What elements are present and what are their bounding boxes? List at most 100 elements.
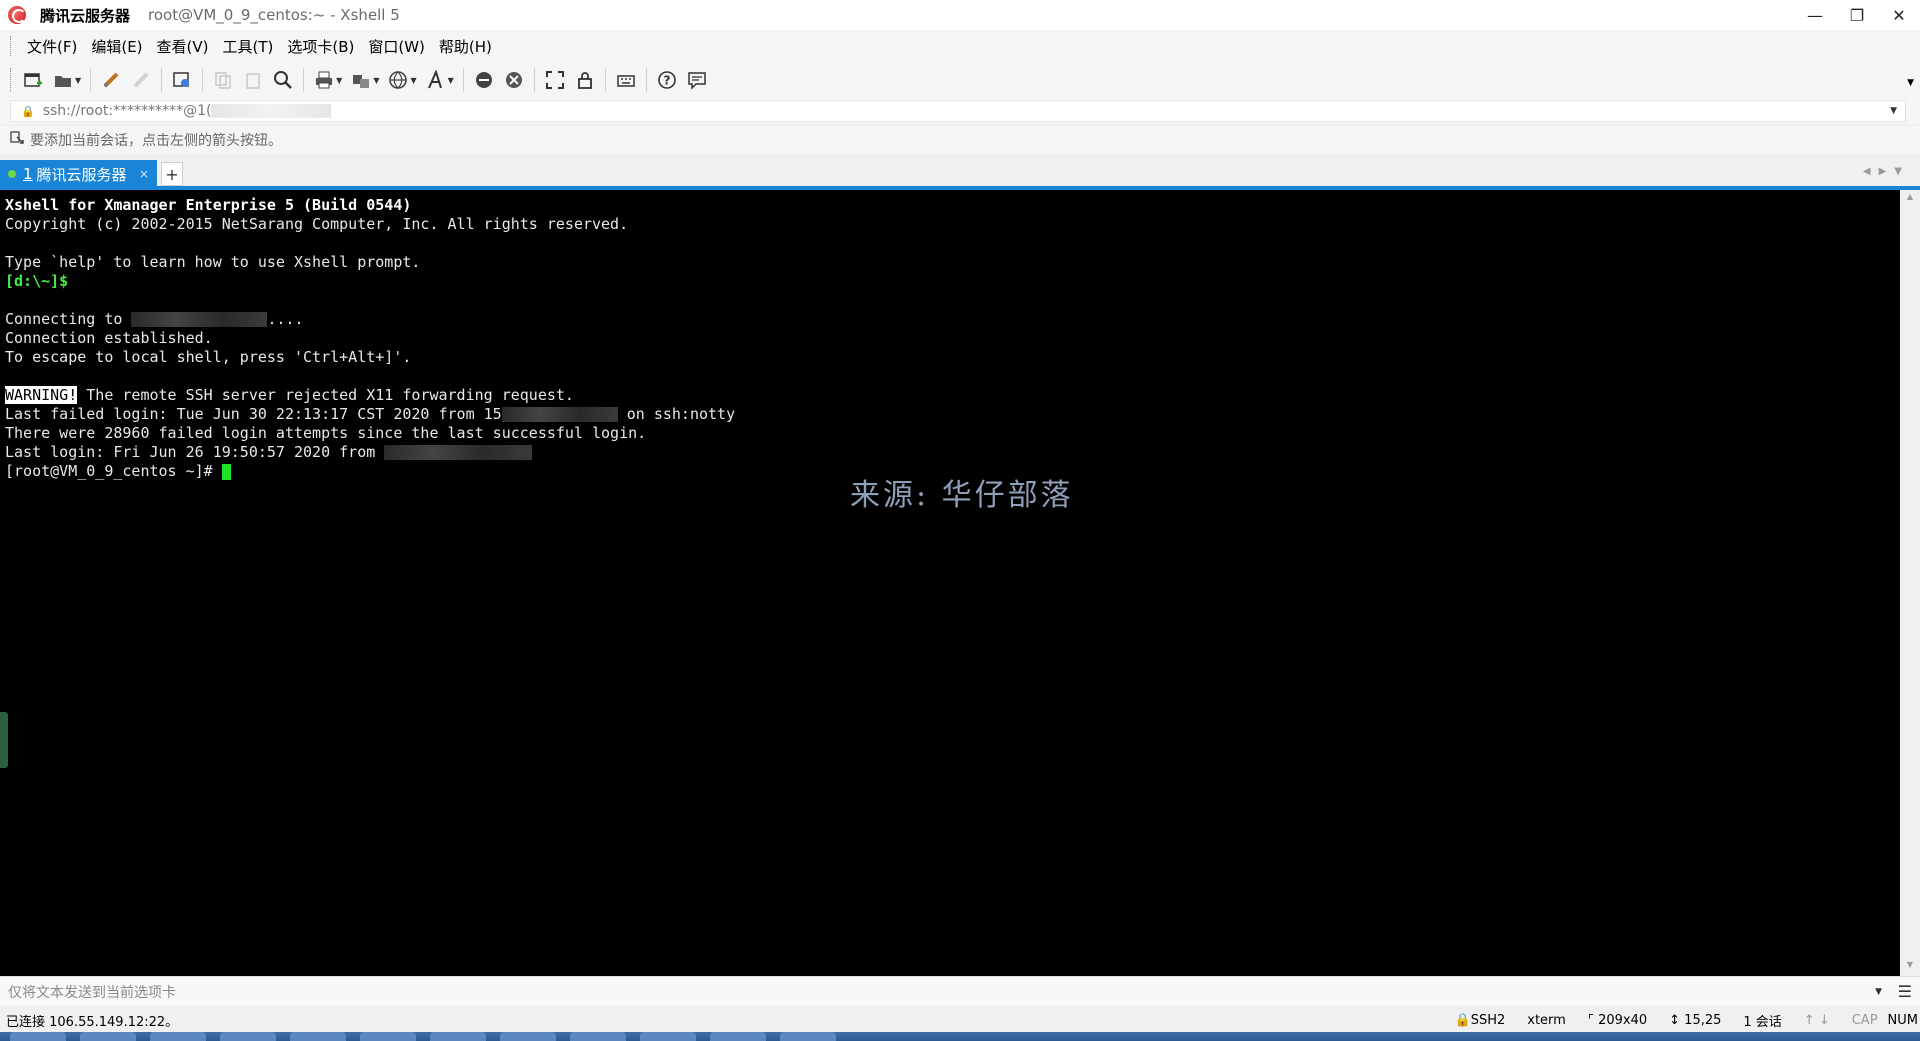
paste-icon[interactable] [241,68,265,92]
menu-view[interactable]: 查看(V) [150,36,216,57]
compose-dropdown-icon[interactable]: ▼ [1875,987,1882,997]
taskbar-item[interactable] [500,1032,556,1041]
disconnect-icon[interactable] [129,68,153,92]
title-bar: 腾讯云服务器 root@VM_0_9_centos:~ - Xshell 5 —… [0,0,1920,30]
session-count: 1 会话 [1743,1014,1782,1030]
tab-close-icon[interactable]: × [139,167,149,181]
globe-icon[interactable] [386,68,410,92]
terminal-line: WARNING! The remote SSH server rejected … [5,386,1900,405]
lock-icon: 🔒 [21,104,35,118]
toolbar-separator [533,68,535,92]
toolbar: ▼ ▼ ▼ ▼ ▼ ? ▼ [0,62,1920,98]
redacted-ip [384,445,533,460]
keyboard-icon[interactable] [614,68,638,92]
minimize-button[interactable]: — [1794,0,1836,30]
print-icon[interactable] [312,68,336,92]
menu-tools[interactable]: 工具(T) [216,36,281,57]
toolbar-separator [604,68,606,92]
side-panel-handle[interactable] [0,712,8,768]
address-input[interactable]: 🔒 ssh://root:**********@1( ▼ [10,100,1906,122]
font-dropdown-icon[interactable]: ▼ [448,76,454,85]
menu-bar: 文件(F) 编辑(E) 查看(V) 工具(T) 选项卡(B) 窗口(W) 帮助(… [0,30,1920,62]
scroll-up-icon[interactable]: ▲ [1900,192,1920,206]
menu-tabs[interactable]: 选项卡(B) [280,36,361,57]
fullscreen-icon[interactable] [543,68,567,92]
xftp-icon[interactable] [472,68,496,92]
taskbar-item[interactable] [570,1032,626,1041]
menu-file[interactable]: 文件(F) [20,36,84,57]
toolbar-separator [462,68,464,92]
toolbar-grip[interactable] [10,68,12,92]
connecting-prefix: Connecting to [5,310,132,328]
taskbar-item[interactable] [780,1032,836,1041]
menu-edit[interactable]: 编辑(E) [84,36,149,57]
add-tab-button[interactable]: + [161,162,183,186]
font-icon[interactable] [424,68,448,92]
terminal-area[interactable]: Xshell for Xmanager Enterprise 5 (Build … [0,190,1900,976]
transfer-arrows-icon: ↑ ↓ [1803,1012,1830,1028]
title-session-name: 腾讯云服务器 [40,6,131,25]
help-icon[interactable]: ? [655,68,679,92]
menu-window[interactable]: 窗口(W) [361,36,432,57]
address-text: ssh://root:**********@1( [42,103,212,119]
connection-status: 已连接 106.55.149.12:22。 [6,1014,179,1030]
connecting-suffix: .... [267,310,304,328]
open-folder-dropdown-icon[interactable]: ▼ [75,76,81,85]
redacted-host [131,312,268,327]
find-icon[interactable] [271,68,295,92]
toolbar-separator [645,68,647,92]
last-login-prefix: Last login: Fri Jun 26 19:50:57 2020 fro… [5,443,385,461]
terminal-scrollbar[interactable]: ▲ ▼ [1900,190,1920,976]
transfer-icon[interactable] [349,68,373,92]
open-folder-icon[interactable] [51,68,75,92]
taskbar-item[interactable] [150,1032,206,1041]
taskbar-item[interactable] [640,1032,696,1041]
terminal-size-value: 209x40 [1598,1012,1648,1028]
toolbar-separator [202,68,204,92]
new-session-icon[interactable] [21,68,45,92]
terminal-line: Copyright (c) 2002-2015 NetSarang Comput… [5,215,629,233]
svg-text:?: ? [663,74,670,88]
menu-help[interactable]: 帮助(H) [432,36,499,57]
terminal-line: To escape to local shell, press 'Ctrl+Al… [5,348,412,366]
cursor-position: ↕ 15,25 [1669,1012,1722,1028]
terminal-line: Last failed login: Tue Jun 30 22:13:17 C… [5,405,1900,424]
connect-icon[interactable] [99,68,123,92]
scroll-down-icon[interactable]: ▼ [1900,960,1920,974]
chat-icon[interactable] [685,68,709,92]
taskbar-item[interactable] [710,1032,766,1041]
shell-prompt: [root@VM_0_9_centos ~]# [5,462,222,480]
lock-icon[interactable] [573,68,597,92]
restore-button[interactable]: ❐ [1836,0,1878,30]
taskbar-item[interactable] [290,1032,346,1041]
address-dropdown-icon[interactable]: ▼ [1890,106,1897,116]
compose-bar[interactable]: 仅将文本发送到当前选项卡 ▼ ☰ [0,976,1920,1006]
taskbar-item[interactable] [220,1032,276,1041]
print-dropdown-icon[interactable]: ▼ [336,76,342,85]
add-session-arrow-icon[interactable] [10,131,24,149]
compose-menu-icon[interactable]: ☰ [1898,982,1912,1001]
tab-label: 腾讯云服务器 [36,165,127,184]
failed-login-suffix: on ssh:notty [617,405,736,423]
protocol-label: SSH2 [1470,1012,1506,1028]
terminal-type: xterm [1527,1012,1566,1028]
close-button[interactable]: ✕ [1878,0,1920,30]
tab-session[interactable]: 1 腾讯云服务器 × [0,160,157,188]
globe-dropdown-icon[interactable]: ▼ [410,76,416,85]
transfer-dropdown-icon[interactable]: ▼ [373,76,379,85]
tab-navigation-arrows[interactable]: ◀▶▼ [1863,166,1910,177]
xshell-app-icon[interactable] [8,6,26,24]
taskbar-item[interactable] [80,1032,136,1041]
menu-grip[interactable] [10,36,12,56]
taskbar-item[interactable] [10,1032,66,1041]
hint-bar: 要添加当前会话，点击左侧的箭头按钮。 [0,126,1920,154]
taskbar-item[interactable] [430,1032,486,1041]
copy-icon[interactable] [211,68,235,92]
session-properties-icon[interactable] [170,68,194,92]
failed-login-prefix: Last failed login: Tue Jun 30 22:13:17 C… [5,405,502,423]
xmanager-icon[interactable] [502,68,526,92]
toolbar-overflow-icon[interactable]: ▼ [1907,78,1914,88]
terminal-line: Xshell for Xmanager Enterprise 5 (Build … [5,196,412,214]
taskbar-item[interactable] [360,1032,416,1041]
